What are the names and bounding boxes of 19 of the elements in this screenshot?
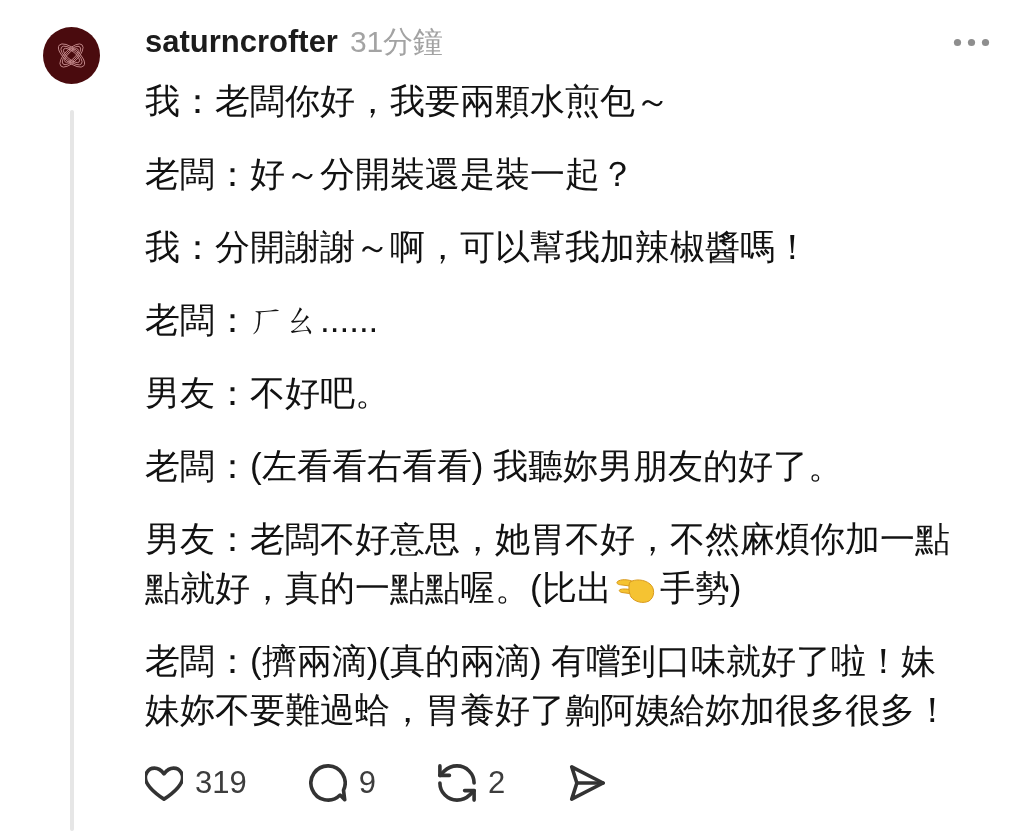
repost-icon <box>438 764 476 802</box>
reply-button[interactable]: 9 <box>308 764 376 802</box>
post-text: 老闆：好～分開裝還是裝一起？ <box>145 153 635 195</box>
speech-bubble-icon <box>308 764 347 802</box>
post-text: 男友：不好吧。 <box>145 372 390 414</box>
post-text: 我：分開謝謝～啊，可以幫我加辣椒醬嗎！ <box>145 226 810 268</box>
heart-icon <box>145 764 183 802</box>
post-text: 老闆：ㄏㄠ...... <box>145 299 379 341</box>
repost-button[interactable]: 2 <box>438 764 506 802</box>
post-text: 男友：老闆不好意思，她胃不好，不然麻煩你加一點點就好，真的一點點喔。(比出 手勢) <box>145 518 951 609</box>
send-icon[interactable] <box>567 764 606 802</box>
avatar-icon[interactable] <box>43 27 100 84</box>
username[interactable]: saturncrofter <box>145 24 338 60</box>
like-button[interactable]: 319 <box>145 764 247 802</box>
post-text: 老闆：(擠兩滴)(真的兩滴) 有嚐到口味就好了啦！妹妹妳不要難過蛤，胃養好了齁阿姨給妳加很多很多！ <box>145 640 951 731</box>
post-text: 老闆：(左看看右看看) 我聽妳男朋友的好了。 <box>145 445 844 487</box>
more-icon[interactable] <box>953 37 990 47</box>
post-time: 31分鐘 <box>349 23 444 60</box>
post-text: 我：老闆你好，我要兩顆水煎包～ <box>145 80 670 122</box>
